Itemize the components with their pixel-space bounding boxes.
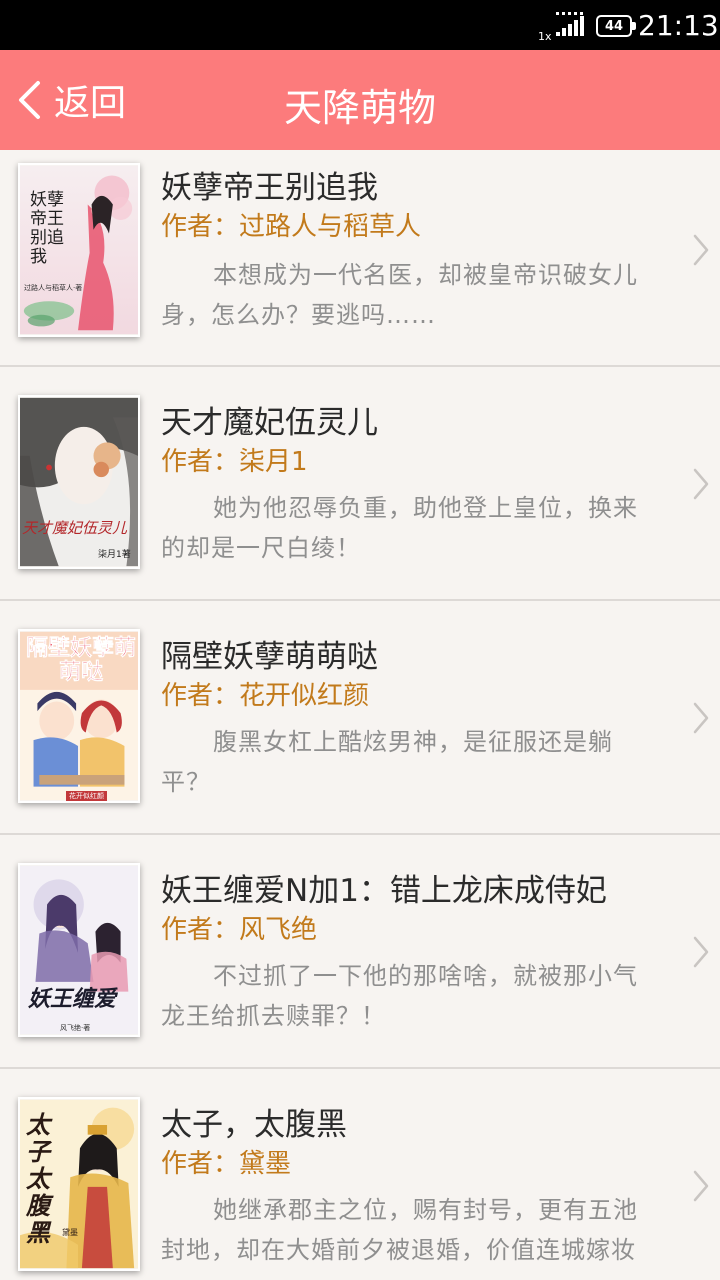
book-author: 作者：柒月1 (161, 447, 308, 477)
chevron-right-icon (692, 467, 710, 501)
cover-byline: 黛墨 (62, 1228, 78, 1237)
page-title: 天降萌物 (283, 86, 436, 130)
book-author: 作者：风飞绝 (161, 915, 318, 945)
cover-title: 太子太腹黑 (26, 1110, 50, 1247)
book-author: 作者：过路人与稻草人 (161, 212, 422, 242)
book-list-item[interactable]: 天才魔妃伍灵儿 柒月1著 天才魔妃伍灵儿 作者：柒月1 她为他忍辱负重，助他登上… (0, 367, 720, 601)
book-cover: 妖孽帝王别追我 过路人与稻草人·著 (18, 163, 140, 337)
book-author: 作者：花开似红颜 (161, 681, 370, 711)
cover-title: 妖孽帝王别追我 (30, 190, 64, 267)
book-cover: 隔壁妖孽萌萌哒 花开似红颜 (18, 629, 140, 803)
battery-level: 44 (604, 18, 624, 34)
book-description: 不过抓了一下他的那啥啥，就被那小气龙王给抓去赎罪？！ (161, 962, 638, 1030)
book-list-item[interactable]: 妖孽帝王别追我 过路人与稻草人·著 妖孽帝王别追我 作者：过路人与稻草人 本想成… (0, 133, 720, 367)
book-title: 天才魔妃伍灵儿 (161, 405, 378, 441)
cover-byline: 风飞绝·著 (60, 1024, 91, 1032)
status-clock: 21:13 (638, 9, 719, 42)
book-cover: 太子太腹黑 黛墨 (18, 1097, 140, 1271)
chevron-right-icon (692, 701, 710, 735)
book-title: 太子，太腹黑 (161, 1107, 347, 1143)
book-list-item[interactable]: 妖王缠爱 风飞绝·著 妖王缠爱N加1：错上龙床成侍妃 作者：风飞绝 不过抓了一下… (0, 835, 720, 1069)
book-title: 妖孽帝王别追我 (161, 170, 378, 206)
book-cover: 天才魔妃伍灵儿 柒月1著 (18, 395, 140, 569)
book-author: 作者：黛墨 (161, 1149, 292, 1179)
book-title: 妖王缠爱N加1：错上龙床成侍妃 (161, 873, 607, 909)
chevron-right-icon (692, 1169, 710, 1203)
book-title: 隔壁妖孽萌萌哒 (161, 639, 378, 675)
battery-icon: 44 (596, 15, 636, 37)
chevron-right-icon (692, 233, 710, 267)
cover-byline: 过路人与稻草人·著 (24, 284, 83, 292)
book-cover: 妖王缠爱 风飞绝·著 (18, 863, 140, 1037)
book-list-item[interactable]: 隔壁妖孽萌萌哒 花开似红颜 隔壁妖孽萌萌哒 作者：花开似红颜 腹黑女杠上酷炫男神… (0, 601, 720, 835)
cover-byline: 柒月1著 (98, 550, 131, 560)
book-description: 本想成为一代名医，却被皇帝识破女儿身，怎么办？要逃吗…… (161, 261, 638, 329)
network-type-label: 1x (538, 30, 552, 43)
cover-title: 隔壁妖孽萌萌哒 (25, 636, 137, 685)
cover-title: 妖王缠爱 (28, 986, 117, 1012)
cover-title: 天才魔妃伍灵儿 (22, 519, 128, 537)
book-description: 她为他忍辱负重，助他登上皇位，换来的却是一尺白绫！ (161, 494, 638, 562)
status-bar: 1x 44 21:13 (0, 0, 720, 50)
cover-illustration (20, 397, 138, 567)
book-description: 腹黑女杠上酷炫男神，是征服还是躺平？ (161, 728, 613, 796)
book-list-item[interactable]: 太子太腹黑 黛墨 太子，太腹黑 作者：黛墨 她继承郡主之位，赐有封号，更有五池封… (0, 1069, 720, 1280)
book-description: 她继承郡主之位，赐有封号，更有五池封地，却在大婚前夕被退婚，价值连城嫁妆 (161, 1196, 638, 1264)
cover-byline: 花开似红颜 (66, 791, 107, 801)
chevron-right-icon (692, 935, 710, 969)
